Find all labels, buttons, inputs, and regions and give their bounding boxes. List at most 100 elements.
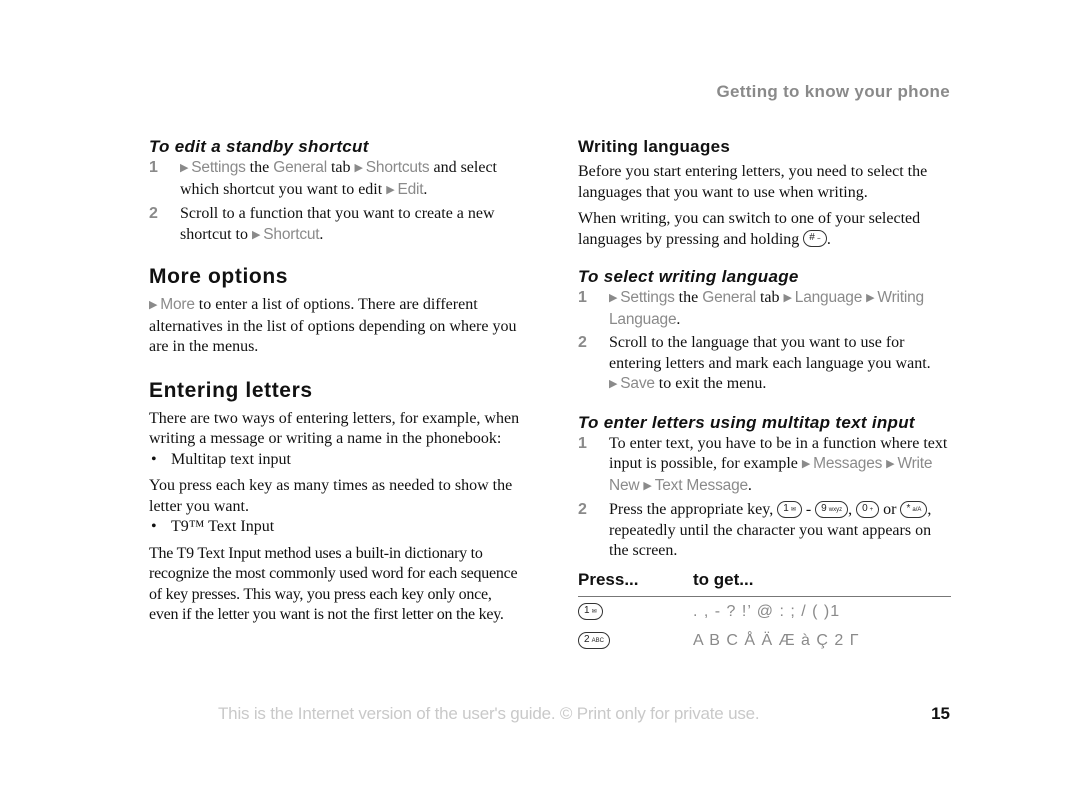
menu-path-item: ▶ Shortcuts	[355, 159, 430, 176]
step-number: 1	[149, 159, 158, 176]
key-sub: ⌣	[816, 236, 821, 243]
bullet-multitap: • Multitap text input	[149, 450, 521, 471]
text-run: Press the appropriate key,	[609, 501, 778, 518]
step-number: 2	[578, 334, 587, 351]
menu-label: Language	[794, 289, 863, 306]
phone-key-icon: * a/A	[900, 500, 928, 518]
menu-label: More	[160, 296, 195, 313]
menu-path-item: ▶ Settings	[609, 289, 675, 306]
key-main: 2	[584, 633, 590, 645]
multitap-title: To enter letters using multitap text inp…	[578, 412, 915, 432]
key-sub: wxyz	[828, 506, 843, 513]
edit-shortcut-title: To edit a standby shortcut	[149, 137, 369, 156]
select-arrow-icon: ▶	[386, 183, 395, 196]
more-options-paragraph: ▶ More to enter a list of options. There …	[149, 295, 521, 358]
page-number: 15	[931, 704, 950, 723]
phone-key-icon: 1 ✉	[777, 500, 802, 518]
key-sub: ✉	[790, 506, 796, 513]
entering-letters-heading: Entering letters	[149, 378, 313, 402]
writing-languages-heading: Writing languages	[578, 137, 731, 156]
text-run: or	[879, 501, 901, 518]
select-arrow-icon: ▶	[609, 292, 618, 304]
select-arrow-icon: ▶	[801, 458, 811, 470]
header-press: Press...	[578, 569, 693, 597]
table-row: 2 ABC A B C Å Ä Æ à Ç 2 Γ	[578, 626, 951, 655]
select-arrow-icon: ▶	[149, 299, 158, 311]
menu-path-item: ▶ More	[149, 296, 195, 313]
menu-label: Settings	[191, 159, 246, 176]
t9-description: The T9 Text Input method uses a built-in…	[149, 544, 518, 624]
edit-shortcut-steps: 1 ▶ Settings the General tab ▶ Shortcuts an…	[149, 158, 521, 246]
menu-label: General	[702, 289, 756, 306]
table-row: 1 ✉ . , - ? !’ @ : ; / ( )1	[578, 597, 951, 627]
text-run: to exit the menu.	[654, 375, 767, 392]
key-main: 9	[821, 502, 827, 514]
writing-languages-para2: When writing, you can switch to one of y…	[578, 209, 951, 250]
select-arrow-icon: ▶	[180, 162, 189, 174]
bullet-text: Multitap text input	[171, 450, 291, 468]
hash-key-icon: # ⌣	[803, 230, 827, 248]
menu-path-item: ▶ Settings	[180, 159, 246, 176]
key-sub: ✉	[591, 608, 597, 615]
press-key-cell: 1 ✉	[578, 597, 693, 627]
key-sub: ABC	[591, 637, 604, 644]
procedure-step: 1 To enter text, you have to be in a func…	[578, 434, 951, 498]
select-arrow-icon: ▶	[866, 292, 875, 304]
key-sub: +	[869, 506, 874, 513]
characters-cell: A B C Å Ä Æ à Ç 2 Γ	[693, 631, 860, 649]
select-language-steps: 1 ▶ Settings the General tab ▶ Language ▶ Wr…	[578, 288, 951, 396]
step-text: Scroll to the language that you want to …	[609, 333, 951, 396]
press-table: Press... to get... 1 ✉ . , - ? !’ @ : ; /…	[578, 569, 951, 656]
text-run: the	[245, 159, 274, 176]
phone-key-icon: 0 +	[856, 500, 880, 518]
menu-label: Edit	[397, 180, 424, 198]
select-language-title: To select writing language	[578, 267, 799, 286]
bullet-t9: • T9™ Text Input	[149, 517, 521, 538]
step-text: Scroll to a function that you want to cr…	[180, 204, 521, 246]
entering-letters-intro: There are two ways of entering letters, …	[149, 409, 520, 448]
step-number: 2	[149, 205, 158, 222]
select-arrow-icon: ▶	[609, 378, 618, 390]
step-number: 2	[578, 501, 587, 518]
menu-path-item: ▶ Messages	[801, 455, 883, 472]
menu-path-item: General	[273, 159, 327, 176]
text-run: the	[674, 289, 703, 306]
phone-key-icon: 9 wxyz	[815, 500, 849, 518]
procedure-step: 2 Scroll to a function that you want to c…	[149, 204, 521, 246]
menu-label: Text Message	[654, 476, 748, 494]
running-head: Getting to know your phone	[716, 82, 950, 101]
procedure-step: 2 Scroll to the language that you want to…	[578, 333, 951, 396]
bullet-text: T9™ Text Input	[171, 518, 275, 535]
select-arrow-icon: ▶	[643, 479, 652, 492]
text-run: .	[676, 310, 681, 328]
multitap-steps: 1 To enter text, you have to be in a func…	[578, 434, 951, 562]
menu-path-item: ▶ Language	[784, 289, 863, 306]
bullet-icon: •	[151, 450, 157, 468]
menu-path-item: General	[702, 289, 756, 306]
select-arrow-icon: ▶	[252, 228, 261, 241]
more-options-heading: More options	[149, 265, 289, 288]
menu-path-item: ▶ Text Message	[643, 477, 748, 494]
procedure-step: 2 Press the appropriate key, 1 ✉ - 9 wxyz, …	[578, 500, 951, 562]
text-run: to enter a list of options. There are di…	[149, 296, 517, 355]
menu-label: Shortcut	[263, 225, 320, 243]
key-main: 0	[862, 502, 868, 514]
select-arrow-icon: ▶	[354, 162, 363, 174]
text-run: tab	[326, 159, 355, 176]
step-text: ▶ Settings the General tab ▶ Language ▶ Wri…	[609, 288, 951, 330]
footer-notice: This is the Internet version of the user…	[218, 704, 760, 723]
key-main: #	[809, 232, 815, 244]
text-run: tab	[755, 289, 784, 306]
procedure-step: 1 ▶ Settings the General tab ▶ Shortcuts an…	[149, 158, 521, 201]
menu-path-item: ▶ Shortcut	[252, 225, 320, 243]
text-run: ,	[848, 501, 857, 518]
writing-languages-para2-text: When writing, you can switch to one of y…	[578, 210, 921, 248]
procedure-step: 1 ▶ Settings the General tab ▶ Language ▶ Wr…	[578, 288, 951, 330]
menu-path-item: ▶ Edit	[386, 181, 423, 198]
key-2-icon: 2 ABC	[578, 631, 610, 649]
bullet-icon: •	[151, 518, 157, 535]
key-main: *	[906, 502, 911, 514]
key-1-icon: 1 ✉	[578, 602, 603, 620]
step-number: 1	[578, 289, 587, 306]
text-run: Scroll to the language that you want to …	[609, 334, 931, 372]
